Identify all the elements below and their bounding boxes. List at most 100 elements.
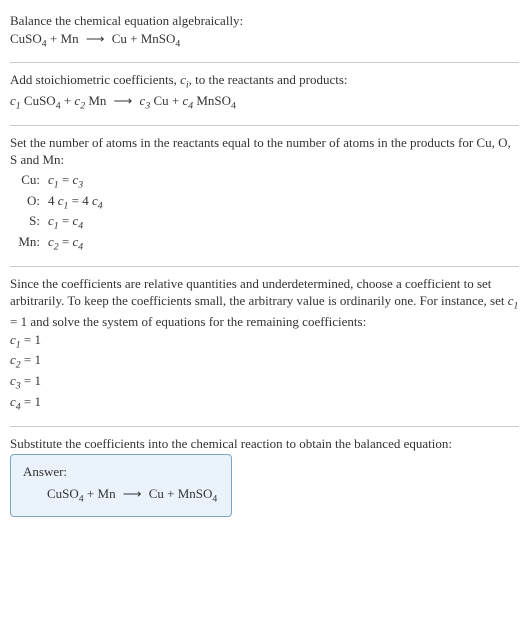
intro-section: Balance the chemical equation algebraica… [10, 8, 519, 58]
product-1: Cu [112, 31, 127, 46]
atoms-table: Cu: c1 = c3 O: 4 c1 = 4 c4 S: c1 = c4 Mn… [10, 171, 107, 254]
answer-r1: CuSO4 [47, 486, 84, 501]
solved-c2: c2 = 1 [10, 351, 519, 372]
plus-3: + [64, 93, 75, 108]
eq-sign: = [59, 172, 73, 187]
c3-s: 3 [145, 101, 150, 112]
atom-label: Mn: [10, 233, 44, 254]
rhs-s: 3 [78, 179, 83, 190]
divider [10, 266, 519, 267]
since-text-b: = 1 and solve the system of equations fo… [10, 314, 366, 329]
eq-sign: = [59, 213, 73, 228]
atoms-section: Set the number of atoms in the reactants… [10, 130, 519, 262]
atom-eqn: c1 = c4 [44, 212, 107, 233]
product-2-sub: 4 [175, 38, 180, 49]
answer-label: Answer: [23, 463, 217, 481]
atom-eqn: c2 = c4 [44, 233, 107, 254]
ans-plus-1: + [87, 486, 98, 501]
atom-eqn: 4 c1 = 4 c4 [44, 192, 107, 213]
reactant-1-formula: CuSO [10, 31, 42, 46]
divider [10, 426, 519, 427]
atom-row-cu: Cu: c1 = c3 [10, 171, 107, 192]
sc-v: = 1 [21, 373, 41, 388]
since-ci: c1 [508, 293, 519, 308]
add-coeff-section: Add stoichiometric coefficients, ci, to … [10, 67, 519, 121]
sc-v: = 1 [21, 352, 41, 367]
atom-label: O: [10, 192, 44, 213]
reactant-2: Mn [61, 31, 79, 46]
since-ci-s: 1 [514, 301, 519, 312]
plus-2: + [130, 31, 141, 46]
answer-r2: Mn [98, 486, 116, 501]
plain-equation: CuSO4 + Mn ⟶ Cu + MnSO4 [10, 30, 519, 51]
c2: c2 [74, 93, 85, 108]
atom-row-mn: Mn: c2 = c4 [10, 233, 107, 254]
atom-label: Cu: [10, 171, 44, 192]
c1-species: CuSO4 [24, 93, 61, 108]
atom-row-o: O: 4 c1 = 4 c4 [10, 192, 107, 213]
c3: c3 [140, 93, 151, 108]
c1-formula-sub: 4 [56, 101, 61, 112]
product-2-formula: MnSO [141, 31, 176, 46]
c4-formula: MnSO [196, 93, 231, 108]
eq-sign: = [68, 193, 82, 208]
c2-species: Mn [88, 93, 106, 108]
ans-p2-f: MnSO [178, 486, 213, 501]
substitute-section: Substitute the coefficients into the che… [10, 431, 519, 525]
answer-equation: CuSO4 + Mn ⟶ Cu + MnSO4 [23, 485, 217, 506]
coeff-equation: c1 CuSO4 + c2 Mn ⟶ c3 Cu + c4 MnSO4 [10, 92, 519, 113]
c4-species: MnSO4 [196, 93, 236, 108]
arrow-icon-2: ⟶ [110, 93, 137, 108]
rhs-s: 4 [78, 221, 83, 232]
c4-s: 4 [188, 101, 193, 112]
ans-r1-s: 4 [79, 493, 84, 504]
c2-s: 2 [80, 101, 85, 112]
solved-c1: c1 = 1 [10, 331, 519, 352]
c3-formula: Cu [153, 93, 168, 108]
reactant-1: CuSO4 [10, 31, 47, 46]
rhs-k: 4 [82, 193, 92, 208]
divider [10, 125, 519, 126]
atom-row-s: S: c1 = c4 [10, 212, 107, 233]
plus-4: + [172, 93, 183, 108]
reactant-1-sub: 4 [42, 38, 47, 49]
since-text: Since the coefficients are relative quan… [10, 275, 519, 331]
divider [10, 62, 519, 63]
c3-species: Cu [153, 93, 168, 108]
ans-p2-s: 4 [212, 493, 217, 504]
add-coeff-text-b: , to the reactants and products: [189, 72, 348, 87]
rhs-s: 4 [78, 242, 83, 253]
plus-1: + [50, 31, 61, 46]
atom-eqn: c1 = c3 [44, 171, 107, 192]
c1: c1 [10, 93, 21, 108]
ci-symbol: ci [180, 72, 189, 87]
atoms-intro: Set the number of atoms in the reactants… [10, 134, 519, 169]
since-section: Since the coefficients are relative quan… [10, 271, 519, 422]
solved-coeffs: c1 = 1 c2 = 1 c3 = 1 c4 = 1 [10, 331, 519, 414]
add-coeff-text: Add stoichiometric coefficients, ci, to … [10, 71, 519, 92]
c2-formula: Mn [88, 93, 106, 108]
answer-p2: MnSO4 [178, 486, 218, 501]
ans-r1-f: CuSO [47, 486, 79, 501]
solved-c4: c4 = 1 [10, 393, 519, 414]
c1-s: 1 [16, 101, 21, 112]
c4-formula-sub: 4 [231, 101, 236, 112]
add-coeff-text-a: Add stoichiometric coefficients, [10, 72, 180, 87]
answer-p1: Cu [149, 486, 164, 501]
sc-v: = 1 [21, 394, 41, 409]
intro-text: Balance the chemical equation algebraica… [10, 12, 519, 30]
lhs-k: 4 [48, 193, 58, 208]
eq-sign: = [59, 234, 73, 249]
ans-arrow-icon: ⟶ [119, 486, 146, 501]
ans-plus-2: + [167, 486, 178, 501]
solved-c3: c3 = 1 [10, 372, 519, 393]
answer-box: Answer: CuSO4 + Mn ⟶ Cu + MnSO4 [10, 454, 232, 516]
c1-formula: CuSO [24, 93, 56, 108]
arrow-icon: ⟶ [82, 31, 109, 46]
substitute-text: Substitute the coefficients into the che… [10, 435, 519, 453]
rhs-s: 4 [98, 200, 103, 211]
sc-v: = 1 [21, 332, 41, 347]
c4: c4 [182, 93, 193, 108]
since-text-a: Since the coefficients are relative quan… [10, 276, 508, 309]
atom-label: S: [10, 212, 44, 233]
